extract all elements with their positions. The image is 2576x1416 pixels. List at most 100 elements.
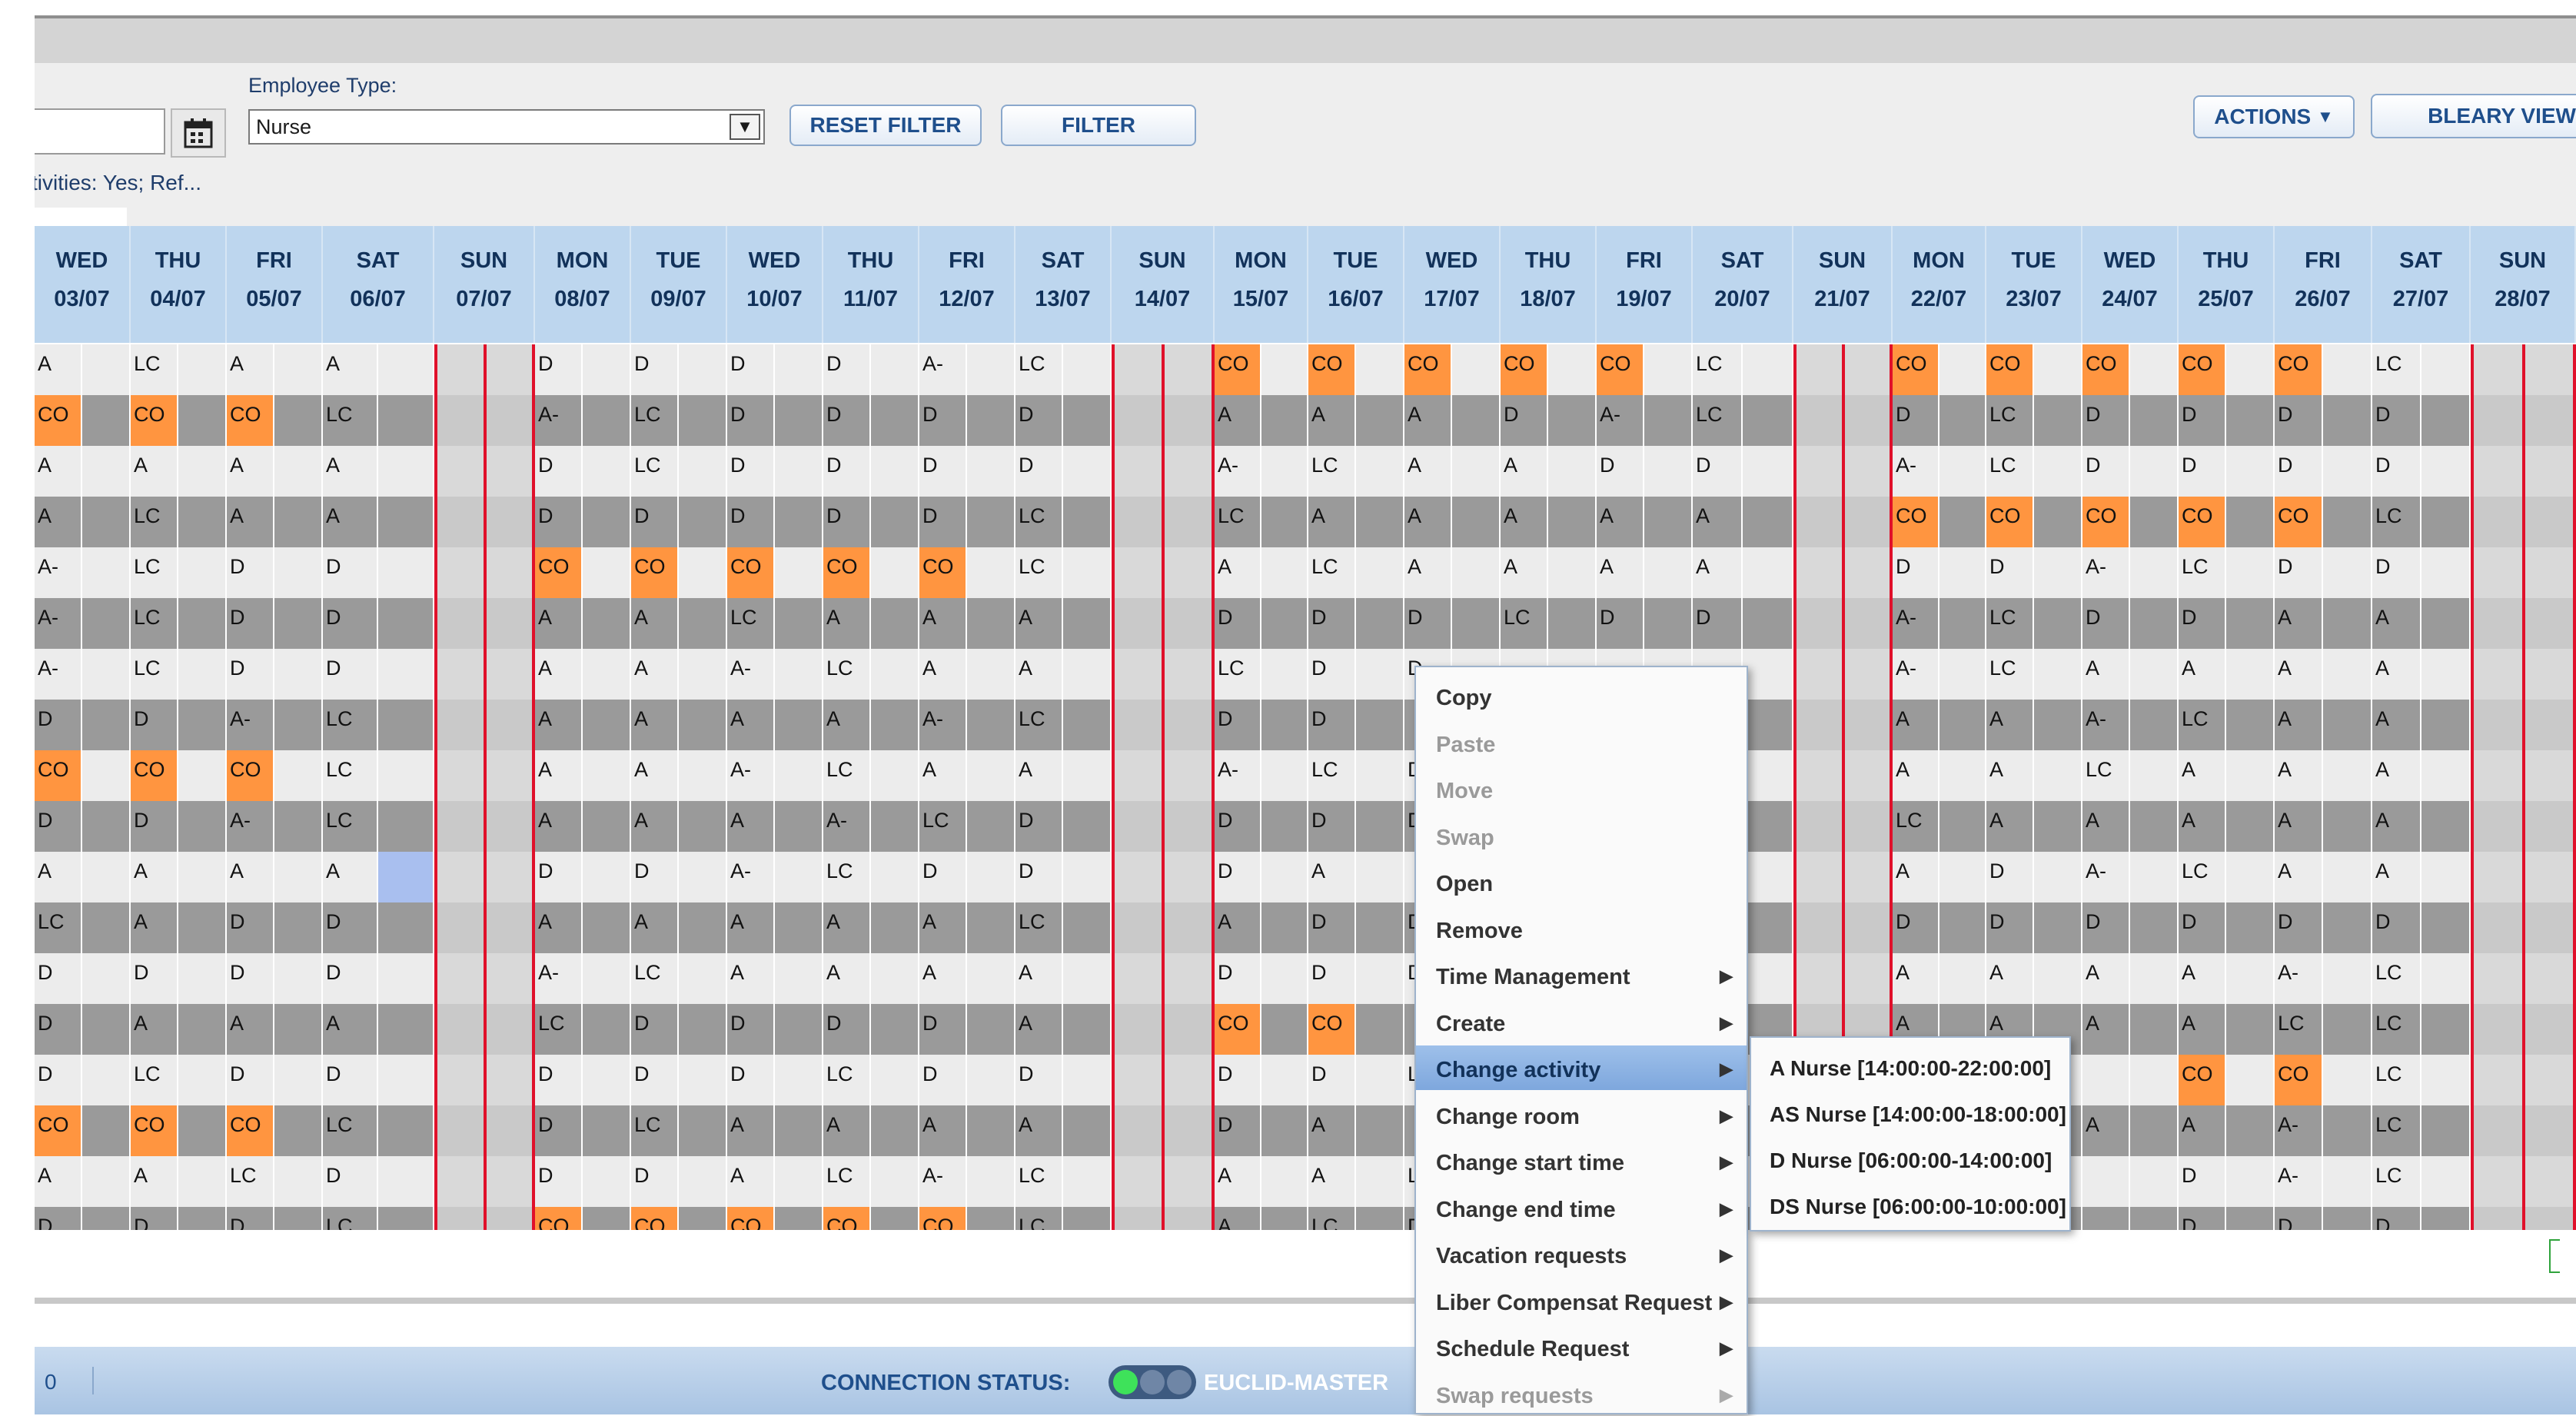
- shift-cell-secondary[interactable]: [2226, 547, 2275, 598]
- shift-cell-secondary[interactable]: [967, 852, 1015, 902]
- sunday-cell[interactable]: [2471, 1207, 2576, 1230]
- shift-cell-secondary[interactable]: [679, 598, 727, 649]
- employee-type-select[interactable]: Nurse ▼: [248, 109, 765, 145]
- shift-cell[interactable]: A: [919, 953, 967, 1004]
- shift-cell-secondary[interactable]: [2323, 547, 2372, 598]
- shift-cell-secondary[interactable]: [82, 852, 131, 902]
- sunday-cell[interactable]: [1793, 649, 1893, 700]
- shift-cell[interactable]: CO: [131, 395, 178, 446]
- shift-cell-secondary[interactable]: [2323, 801, 2372, 852]
- shift-cell[interactable]: D: [1215, 1055, 1261, 1105]
- shift-cell-secondary[interactable]: [2226, 700, 2275, 750]
- shift-cell[interactable]: A: [2179, 801, 2226, 852]
- shift-cell-secondary[interactable]: [1644, 344, 1693, 395]
- shift-cell-secondary[interactable]: [583, 1105, 631, 1156]
- shift-cell[interactable]: CO: [919, 547, 967, 598]
- shift-cell[interactable]: LC: [1308, 547, 1356, 598]
- shift-cell-secondary[interactable]: [583, 1055, 631, 1105]
- shift-cell[interactable]: A: [631, 649, 679, 700]
- shift-cell[interactable]: A: [727, 1105, 775, 1156]
- shift-cell-secondary[interactable]: [2226, 1105, 2275, 1156]
- shift-cell-secondary[interactable]: [2034, 395, 2082, 446]
- shift-cell[interactable]: D: [2372, 446, 2421, 497]
- shift-cell-secondary[interactable]: [2323, 750, 2372, 801]
- shift-cell[interactable]: D: [919, 1004, 967, 1055]
- shift-cell-secondary[interactable]: [274, 700, 323, 750]
- sunday-cell[interactable]: [1793, 446, 1893, 497]
- shift-cell-secondary[interactable]: [2226, 1004, 2275, 1055]
- shift-cell-secondary[interactable]: [1356, 750, 1404, 801]
- shift-cell-secondary[interactable]: [1356, 801, 1404, 852]
- shift-cell[interactable]: CO: [2179, 497, 2226, 547]
- shift-cell[interactable]: LC: [919, 801, 967, 852]
- activity-option[interactable]: AS Nurse [14:00:00-18:00:00]: [1751, 1089, 2069, 1135]
- shift-cell[interactable]: A: [727, 953, 775, 1004]
- shift-cell[interactable]: CO: [1893, 497, 1939, 547]
- shift-cell-secondary[interactable]: [2226, 750, 2275, 801]
- sunday-cell[interactable]: [2471, 953, 2576, 1004]
- shift-cell-secondary[interactable]: [2130, 547, 2179, 598]
- shift-cell-secondary[interactable]: [583, 700, 631, 750]
- shift-cell-secondary[interactable]: [2034, 700, 2082, 750]
- shift-cell[interactable]: CO: [1597, 344, 1644, 395]
- shift-cell[interactable]: A: [2082, 801, 2130, 852]
- shift-cell[interactable]: LC: [131, 1055, 178, 1105]
- shift-cell[interactable]: D: [1308, 649, 1356, 700]
- shift-cell-secondary[interactable]: [274, 902, 323, 953]
- shift-cell-secondary[interactable]: [1939, 801, 1986, 852]
- shift-cell[interactable]: A: [1501, 446, 1548, 497]
- shift-cell-secondary[interactable]: [178, 801, 227, 852]
- shift-cell-secondary[interactable]: [2421, 700, 2471, 750]
- shift-cell-secondary[interactable]: [378, 395, 434, 446]
- shift-cell-secondary[interactable]: [1063, 700, 1112, 750]
- shift-cell-secondary[interactable]: [1261, 649, 1308, 700]
- sunday-cell[interactable]: [1112, 1004, 1215, 1055]
- shift-cell-secondary[interactable]: [1261, 1207, 1308, 1230]
- shift-cell-secondary[interactable]: [2130, 395, 2179, 446]
- shift-cell-secondary[interactable]: [1356, 1004, 1404, 1055]
- shift-cell-secondary[interactable]: [1261, 598, 1308, 649]
- shift-cell-secondary[interactable]: [2323, 1004, 2372, 1055]
- shift-cell-secondary[interactable]: [871, 344, 919, 395]
- shift-cell[interactable]: A: [1308, 395, 1356, 446]
- sunday-cell[interactable]: [1112, 497, 1215, 547]
- shift-cell[interactable]: CO: [727, 547, 775, 598]
- shift-cell-secondary[interactable]: [775, 497, 823, 547]
- shift-cell[interactable]: CO: [227, 1105, 274, 1156]
- shift-cell[interactable]: A: [727, 700, 775, 750]
- shift-cell-secondary[interactable]: [2034, 953, 2082, 1004]
- shift-cell-secondary[interactable]: [1261, 801, 1308, 852]
- shift-cell-secondary[interactable]: [378, 497, 434, 547]
- shift-cell-secondary[interactable]: [775, 446, 823, 497]
- shift-cell[interactable]: A: [131, 1156, 178, 1207]
- reset-filter-button[interactable]: RESET FILTER: [789, 105, 982, 146]
- shift-cell[interactable]: D: [227, 649, 274, 700]
- shift-cell-secondary[interactable]: [2323, 1055, 2372, 1105]
- shift-cell-secondary[interactable]: [967, 649, 1015, 700]
- shift-cell[interactable]: A: [631, 801, 679, 852]
- shift-cell-secondary[interactable]: [1743, 852, 1793, 902]
- shift-cell[interactable]: D: [535, 1055, 583, 1105]
- shift-cell[interactable]: D: [1215, 700, 1261, 750]
- shift-cell[interactable]: D: [1693, 598, 1743, 649]
- shift-cell-secondary[interactable]: [274, 344, 323, 395]
- shift-cell[interactable]: A: [1215, 395, 1261, 446]
- shift-cell-secondary[interactable]: [679, 649, 727, 700]
- shift-cell[interactable]: D: [631, 1004, 679, 1055]
- shift-cell[interactable]: A-: [727, 750, 775, 801]
- shift-cell[interactable]: D: [2275, 547, 2323, 598]
- shift-cell[interactable]: D: [227, 1207, 274, 1230]
- shift-cell-secondary[interactable]: [2130, 1004, 2179, 1055]
- shift-cell-secondary[interactable]: [82, 649, 131, 700]
- shift-cell[interactable]: D: [727, 1055, 775, 1105]
- shift-cell[interactable]: A: [131, 446, 178, 497]
- shift-cell[interactable]: D: [2275, 395, 2323, 446]
- shift-cell[interactable]: A: [1986, 953, 2034, 1004]
- shift-cell-secondary[interactable]: [82, 395, 131, 446]
- shift-cell[interactable]: LC: [2275, 1004, 2323, 1055]
- shift-cell[interactable]: [2082, 1207, 2130, 1230]
- shift-cell-secondary[interactable]: [378, 446, 434, 497]
- sunday-cell[interactable]: [1112, 547, 1215, 598]
- shift-cell[interactable]: D: [727, 497, 775, 547]
- shift-cell[interactable]: LC: [131, 547, 178, 598]
